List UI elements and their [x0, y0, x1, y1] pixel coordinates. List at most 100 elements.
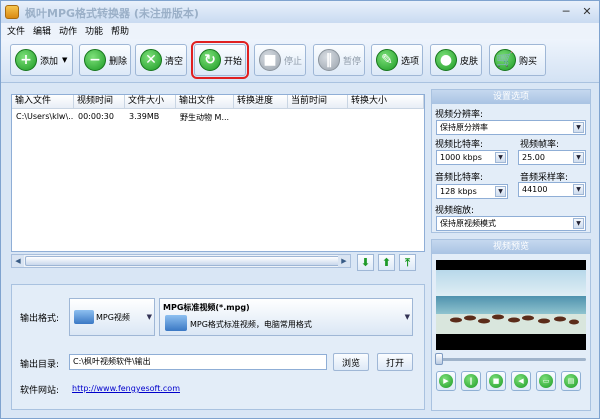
pause-preview-button[interactable]: ‖	[461, 371, 481, 391]
clear-x-icon: ✕	[140, 49, 162, 71]
file-list-table[interactable]: 输入文件 视频时间 文件大小 输出文件 转换进度 当前时间 转换大小 C:\Us…	[11, 94, 425, 252]
options-button[interactable]: ✎ 选项	[371, 44, 423, 76]
mpg-format-icon	[165, 315, 187, 331]
video-preview	[436, 260, 586, 350]
format-description: MPG格式标准视频，电脑常用格式	[190, 320, 312, 329]
output-dir-input[interactable]: C:\枫叶视频软件\输出	[69, 354, 327, 370]
samplerate-select[interactable]: 44100 ▼	[518, 182, 586, 197]
scroll-left-icon[interactable]: ◀	[12, 255, 24, 267]
screen-icon: ▭	[539, 374, 553, 388]
horizontal-scrollbar[interactable]: ◀ ▶	[11, 254, 351, 268]
column-header[interactable]: 转换大小	[348, 95, 424, 109]
video-bitrate-select[interactable]: 1000 kbps ▼	[436, 150, 508, 165]
chevron-down-icon: ▼	[573, 122, 584, 133]
skin-button-label: 皮肤	[460, 56, 479, 67]
framerate-select[interactable]: 25.00 ▼	[518, 150, 586, 165]
move-down-button[interactable]: ⬇	[357, 254, 374, 271]
close-button[interactable]: ✕	[578, 4, 596, 20]
cell-video-time: 00:00:30	[78, 112, 114, 121]
menu-file[interactable]: 文件	[7, 24, 25, 37]
arrow-top-icon: ⤒	[405, 255, 410, 269]
preview-panel-title: 视频预览	[432, 240, 590, 254]
cell-output-file: 野生动物 M...	[180, 113, 230, 122]
settings-panel-title: 设置选项	[432, 90, 590, 104]
menu-function[interactable]: 功能	[85, 24, 103, 37]
cart-icon: 🛒	[494, 49, 516, 71]
clear-button[interactable]: ✕ 清空	[135, 44, 187, 76]
chevron-down-icon: ▼	[573, 184, 584, 195]
plus-icon: +	[15, 49, 37, 71]
add-button[interactable]: + 添加 ▼	[10, 44, 73, 76]
folder-icon: ▤	[564, 374, 578, 388]
apple-icon: ●	[435, 49, 457, 71]
scroll-thumb[interactable]	[25, 256, 341, 266]
column-header[interactable]: 输出文件	[176, 95, 234, 109]
chevron-down-icon: ▼	[404, 313, 410, 321]
website-link[interactable]: http://www.fengyesoft.com	[72, 384, 180, 393]
move-up-button[interactable]: ⬆	[378, 254, 395, 271]
audio-bitrate-label: 音频比特率:	[435, 173, 484, 183]
playback-track[interactable]	[438, 358, 586, 361]
app-window: 枫叶MPG格式转换器 (未注册版本) ─ ✕ 文件 编辑 动作 功能 帮助 + …	[0, 0, 600, 419]
pause-button[interactable]: ‖ 暂停	[313, 44, 365, 76]
settings-panel: 设置选项 视频分辨率: 保持原分辨率 ▼ 视频比特率: 视频帧率: 1000 k…	[431, 89, 591, 233]
preview-panel: 视频预览 ▶ ‖ ■ ◀ ▭ ▤	[431, 239, 591, 411]
delete-button[interactable]: − 删除	[79, 44, 131, 76]
output-format-value: MPG视频	[96, 312, 130, 322]
playback-slider-thumb[interactable]	[435, 353, 443, 365]
snapshot-button[interactable]: ▭	[536, 371, 556, 391]
scale-value: 保持原视频模式	[440, 219, 496, 228]
skin-button[interactable]: ● 皮肤	[430, 44, 482, 76]
clear-button-label: 清空	[165, 56, 184, 67]
toolbar: + 添加 ▼ − 删除 ✕ 清空 ↻ 开始 ■ 停止 ‖ 暂停 ✎ 选项 ● 皮…	[1, 39, 599, 83]
output-format-label: 输出格式:	[20, 314, 60, 324]
output-format-select[interactable]: MPG视频 ▼	[69, 298, 155, 336]
stop-button[interactable]: ■ 停止	[254, 44, 306, 76]
buy-button[interactable]: 🛒 购买	[489, 44, 546, 76]
start-button[interactable]: ↻ 开始	[191, 41, 249, 79]
arrow-down-icon: ⬇	[360, 256, 371, 269]
add-button-label: 添加	[40, 56, 59, 67]
column-header[interactable]: 当前时间	[288, 95, 348, 109]
pause-button-label: 暂停	[343, 56, 362, 67]
chevron-down-icon: ▼	[495, 186, 506, 197]
open-button[interactable]: 打开	[377, 353, 413, 371]
output-settings-panel: 输出格式: MPG视频 ▼ MPG标准视频(*.mpg) MPG格式标准视频，电…	[11, 284, 425, 410]
resolution-select[interactable]: 保持原分辨率 ▼	[436, 120, 586, 135]
minus-icon: −	[84, 49, 106, 71]
play-button[interactable]: ▶	[436, 371, 456, 391]
stop-icon: ■	[489, 374, 503, 388]
chevron-down-icon[interactable]: ▼	[62, 56, 67, 64]
column-header[interactable]: 文件大小	[125, 95, 176, 109]
website-label: 软件网站:	[20, 386, 60, 396]
menu-help[interactable]: 帮助	[111, 24, 129, 37]
pause-icon: ‖	[318, 49, 340, 71]
browse-button[interactable]: 浏览	[333, 353, 369, 371]
arrow-up-icon: ⬆	[381, 256, 392, 269]
cell-file-size: 3.39MB	[129, 112, 160, 121]
stop-preview-button[interactable]: ■	[486, 371, 506, 391]
speaker-icon: ◀	[514, 374, 528, 388]
scale-label: 视频缩放:	[435, 206, 475, 216]
format-description-select[interactable]: MPG标准视频(*.mpg) MPG格式标准视频，电脑常用格式 ▼	[159, 298, 413, 336]
video-bitrate-label: 视频比特率:	[435, 140, 484, 150]
cell-input-file: C:\Users\klw\...	[16, 112, 74, 121]
video-bitrate-value: 1000 kbps	[440, 153, 482, 162]
minimize-button[interactable]: ─	[557, 4, 575, 20]
scale-select[interactable]: 保持原视频模式 ▼	[436, 216, 586, 231]
audio-bitrate-select[interactable]: 128 kbps ▼	[436, 184, 508, 199]
column-header[interactable]: 视频时间	[74, 95, 125, 109]
video-format-icon	[74, 310, 94, 324]
scroll-right-icon[interactable]: ▶	[338, 255, 350, 267]
column-header[interactable]: 转换进度	[234, 95, 288, 109]
menu-action[interactable]: 动作	[59, 24, 77, 37]
menu-edit[interactable]: 编辑	[33, 24, 51, 37]
output-dir-label: 输出目录:	[20, 360, 60, 370]
column-header[interactable]: 输入文件	[12, 95, 74, 109]
format-title: MPG标准视频(*.mpg)	[163, 303, 250, 312]
samplerate-value: 44100	[522, 185, 548, 194]
stop-button-label: 停止	[284, 56, 303, 67]
move-top-button[interactable]: ⤒	[399, 254, 416, 271]
volume-button[interactable]: ◀	[511, 371, 531, 391]
open-folder-button[interactable]: ▤	[561, 371, 581, 391]
